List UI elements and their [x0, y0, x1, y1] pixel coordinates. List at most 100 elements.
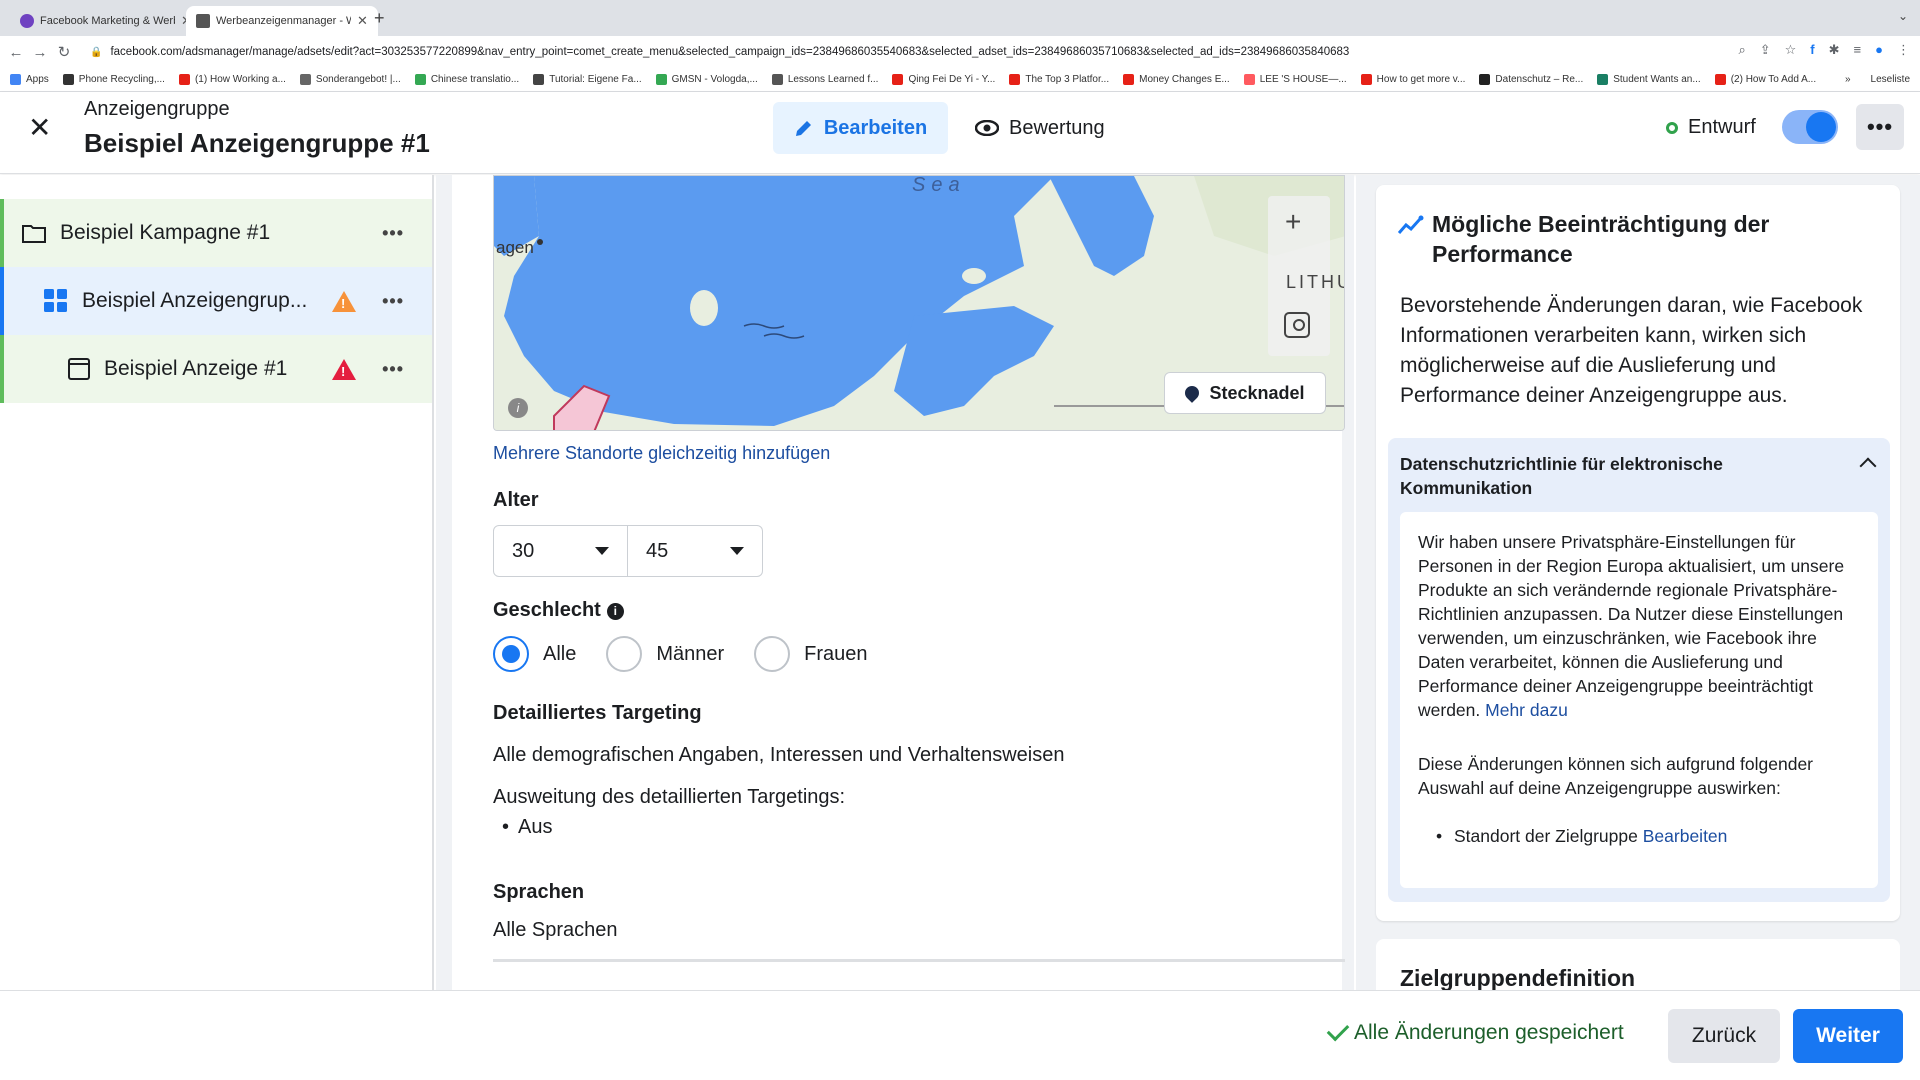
map-sea-label: Sea — [912, 175, 966, 196]
right-panel: Mögliche Beeinträchtigung der Performanc… — [1356, 175, 1920, 990]
locate-icon[interactable] — [1284, 312, 1310, 338]
bookmark-label: Money Changes E... — [1139, 74, 1230, 85]
toggle-knob — [1806, 112, 1836, 142]
review-mode-button[interactable]: Bewertung — [975, 102, 1105, 154]
tree-item-campaign[interactable]: Beispiel Kampagne #1 ••• — [0, 199, 432, 267]
tab-label: Facebook Marketing & Werbe... — [40, 15, 175, 27]
profile-avatar-icon[interactable]: ● — [1875, 42, 1883, 58]
map-city-label: agen — [496, 238, 534, 257]
bookmark-item[interactable]: (2) How To Add A... — [1714, 74, 1816, 85]
bookmark-item[interactable]: Phone Recycling,... — [62, 74, 165, 85]
bookmark-item[interactable]: Tutorial: Eigene Fa... — [533, 74, 642, 85]
share-icon[interactable]: ⇪ — [1760, 42, 1771, 58]
bookmark-item[interactable]: The Top 3 Platfor... — [1009, 74, 1109, 85]
bookmark-item[interactable]: How to get more v... — [1360, 74, 1465, 85]
tree-item-ad[interactable]: Beispiel Anzeige #1 ! ••• — [0, 335, 432, 403]
accordion-title[interactable]: Datenschutzrichtlinie für elektronische … — [1400, 452, 1820, 500]
bookmark-item[interactable]: Sonderangebot! |... — [299, 74, 401, 85]
map-info-icon[interactable]: i — [508, 398, 528, 418]
tab-search-icon[interactable]: ⌄ — [1898, 9, 1908, 23]
edit-mode-button[interactable]: Bearbeiten — [773, 102, 948, 154]
caret-down-icon — [730, 547, 744, 555]
chevron-up-icon[interactable] — [1859, 457, 1877, 475]
bookmark-label: GMSN - Vologda,... — [671, 74, 758, 85]
page-title: Beispiel Anzeigengruppe #1 — [84, 128, 430, 158]
url-field[interactable]: 🔒 facebook.com/adsmanager/manage/adsets/… — [84, 40, 1744, 64]
learn-more-link[interactable]: Mehr dazu — [1485, 700, 1568, 720]
bookmark-item[interactable]: Lessons Learned f... — [771, 74, 878, 85]
tab-favicon-icon — [20, 14, 34, 28]
bookmark-star-icon[interactable]: ☆ — [1785, 42, 1797, 58]
address-bar: ← → ↻ 🔒 facebook.com/adsmanager/manage/a… — [0, 36, 1920, 68]
bookmark-item[interactable]: Datenschutz – Re... — [1479, 74, 1583, 85]
extensions-puzzle-icon[interactable]: ✱ — [1829, 42, 1840, 58]
drop-pin-button[interactable]: Stecknadel — [1164, 372, 1326, 414]
tab-favicon-icon — [196, 14, 210, 28]
close-icon[interactable]: ✕ — [28, 114, 51, 142]
bookmark-label: Chinese translatio... — [430, 74, 520, 85]
browser-tab-1[interactable]: Facebook Marketing & Werbe... ✕ — [10, 6, 202, 36]
review-mode-label: Bewertung — [1009, 116, 1105, 139]
warning-icon[interactable]: ! — [332, 290, 356, 312]
footer-bar: Alle Änderungen gespeichert Zurück Weite… — [0, 990, 1920, 1080]
location-map[interactable]: Sea agen + LITHU Stecknadel i — [493, 175, 1345, 431]
browser-menu-icon[interactable]: ⋮ — [1897, 42, 1910, 58]
languages-label: Sprachen — [493, 881, 585, 903]
bookmark-favicon-icon — [299, 74, 311, 85]
status-label: Entwurf — [1688, 116, 1756, 138]
campaign-more-button[interactable]: ••• — [382, 223, 404, 244]
age-from-select[interactable]: 30 — [493, 525, 628, 577]
bookmark-item[interactable]: Apps — [10, 74, 49, 85]
save-status: Alle Änderungen gespeichert — [1326, 1018, 1624, 1045]
next-button[interactable]: Weiter — [1793, 1009, 1903, 1063]
facebook-extension-icon[interactable]: f — [1810, 42, 1814, 58]
media-control-icon[interactable]: ≡ — [1854, 42, 1862, 58]
more-options-button[interactable]: ••• — [1856, 104, 1904, 150]
bookmark-item[interactable]: LEE 'S HOUSE—... — [1243, 74, 1347, 85]
forward-arrow-icon[interactable]: → — [28, 44, 52, 61]
gender-option-all[interactable]: Alle — [493, 636, 576, 672]
gender-option-label: Alle — [543, 642, 577, 665]
adset-more-button[interactable]: ••• — [382, 291, 404, 312]
radio-unchecked[interactable] — [606, 636, 643, 672]
bookmark-item[interactable]: Money Changes E... — [1123, 74, 1230, 85]
performance-impact-title: Mögliche Beeinträchtigung der Performanc… — [1432, 211, 1770, 267]
bookmark-label: Sonderangebot! |... — [315, 74, 401, 85]
gender-option-women[interactable]: Frauen — [754, 636, 868, 672]
radio-checked[interactable] — [493, 636, 529, 672]
reload-icon[interactable]: ↻ — [52, 43, 76, 61]
add-multiple-locations-link[interactable]: Mehrere Standorte gleichzeitig hinzufüge… — [493, 443, 830, 464]
tab-close-icon[interactable]: ✕ — [357, 13, 368, 29]
info-icon[interactable]: i — [606, 603, 624, 620]
bookmark-item[interactable]: Chinese translatio... — [414, 74, 520, 85]
reading-list-link[interactable]: Leseliste — [1871, 74, 1910, 85]
back-arrow-icon[interactable]: ← — [4, 44, 28, 61]
ad-more-button[interactable]: ••• — [382, 359, 404, 380]
bookmark-item[interactable]: Student Wants an... — [1597, 74, 1701, 85]
age-to-select[interactable]: 45 — [628, 525, 763, 577]
gender-option-label: Männer — [656, 642, 725, 665]
app-header: ✕ Anzeigengruppe Beispiel Anzeigengruppe… — [0, 92, 1920, 174]
zoom-in-icon[interactable]: + — [1285, 206, 1301, 238]
back-button[interactable]: Zurück — [1668, 1009, 1780, 1063]
audience-definition-card: Zielgruppendefinition — [1376, 939, 1900, 990]
adset-active-toggle[interactable] — [1782, 110, 1838, 144]
error-icon[interactable]: ! — [332, 358, 356, 380]
bookmarks-more-icon[interactable]: » — [1845, 74, 1851, 85]
gender-option-label: Frauen — [804, 642, 868, 665]
new-tab-icon[interactable]: + — [374, 8, 385, 29]
tree-item-adset[interactable]: Beispiel Anzeigengrup... ! ••• — [0, 267, 432, 335]
edit-audience-location-link[interactable]: Bearbeiten — [1643, 826, 1728, 846]
browser-tab-2[interactable]: Werbeanzeigenmanager - We... ✕ — [186, 6, 378, 36]
bookmark-label: Qing Fei De Yi - Y... — [908, 74, 996, 85]
radio-unchecked[interactable] — [754, 636, 791, 672]
checkmark-icon — [1326, 1018, 1350, 1042]
gender-option-men[interactable]: Männer — [606, 636, 724, 672]
zoom-icon[interactable]: ⌕ — [1738, 42, 1745, 58]
grid-icon — [44, 289, 67, 312]
bookmark-item[interactable]: Qing Fei De Yi - Y... — [892, 74, 995, 85]
affected-setting-label: Standort der Zielgruppe — [1454, 826, 1638, 846]
bookmark-item[interactable]: GMSN - Vologda,... — [655, 74, 758, 85]
bookmark-favicon-icon — [414, 74, 426, 85]
bookmark-item[interactable]: (1) How Working a... — [178, 74, 286, 85]
